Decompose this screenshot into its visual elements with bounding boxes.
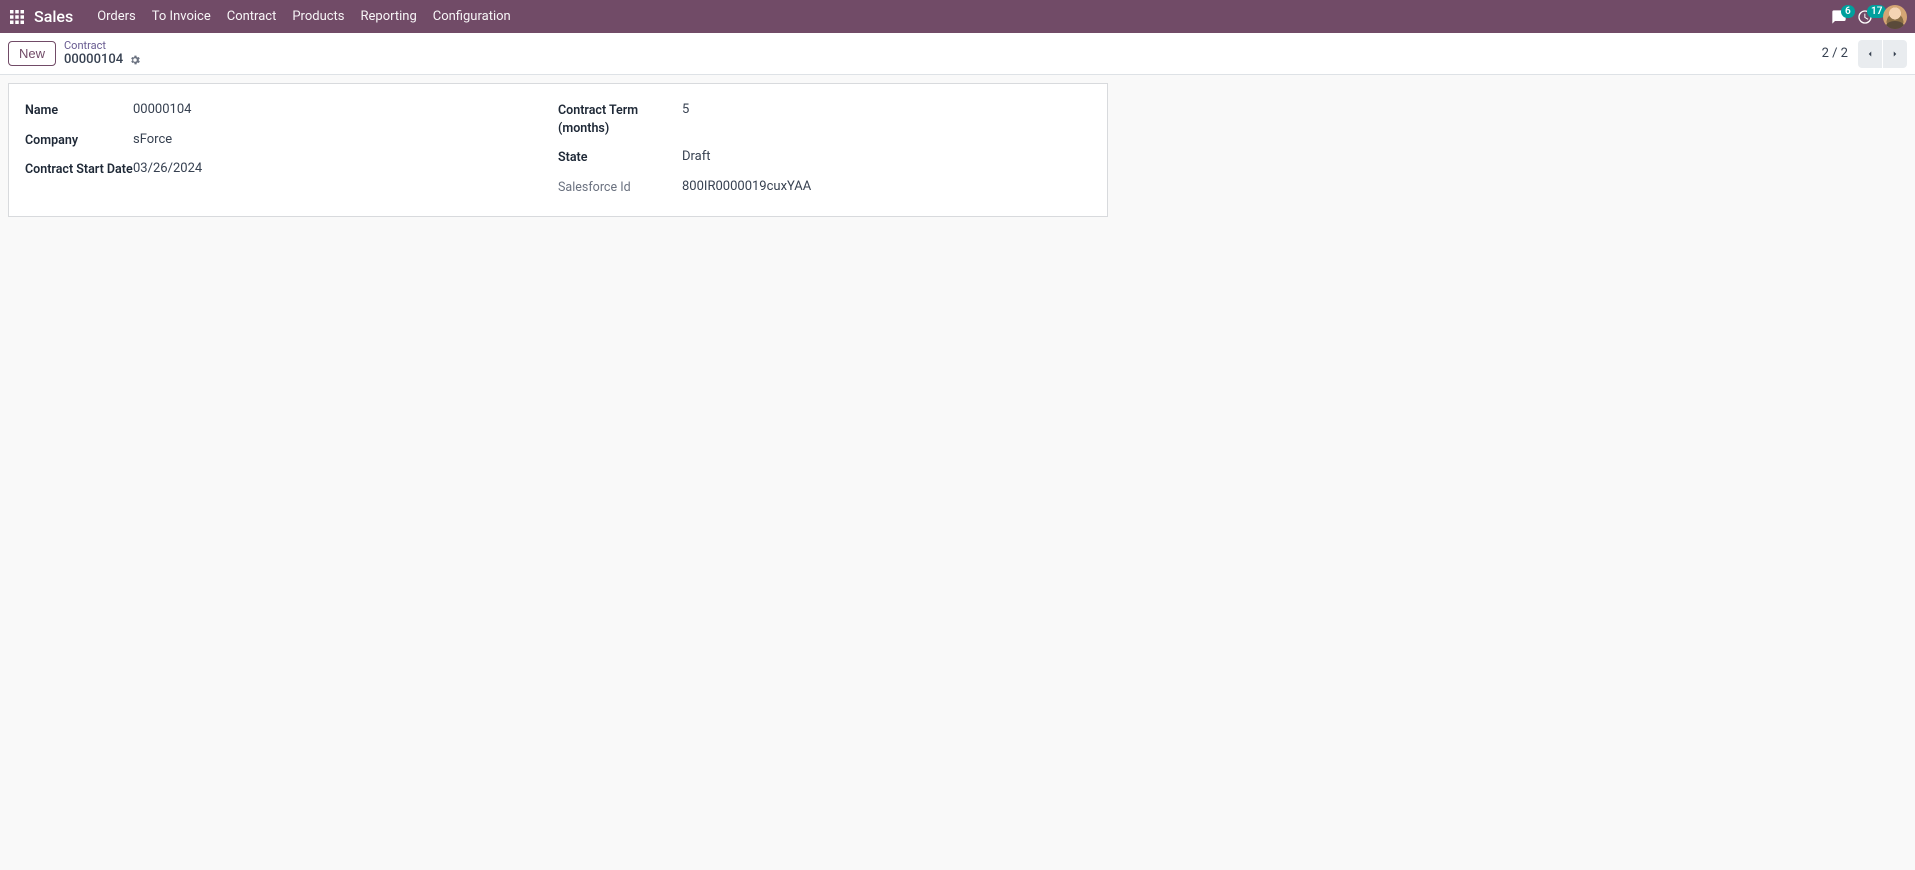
value-name[interactable]: 00000104 xyxy=(133,100,191,117)
value-contract-term[interactable]: 5 xyxy=(682,100,689,117)
menu-configuration[interactable]: Configuration xyxy=(425,0,519,33)
field-contract-term: Contract Term (months) 5 xyxy=(558,100,1091,137)
field-company: Company sForce xyxy=(25,130,558,150)
value-start-date[interactable]: 03/26/2024 xyxy=(133,159,202,176)
pager-next-button[interactable] xyxy=(1883,40,1907,68)
breadcrumb-parent[interactable]: Contract xyxy=(64,39,141,52)
menu-products[interactable]: Products xyxy=(284,0,352,33)
messages-badge: 6 xyxy=(1841,5,1855,18)
value-salesforce-id: 800IR0000019cuxYAA xyxy=(682,177,811,194)
form-sheet: Name 00000104 Company sForce Contract St… xyxy=(8,83,1108,217)
label-company: Company xyxy=(25,130,133,150)
pager-prev-button[interactable] xyxy=(1858,40,1882,68)
pager-buttons xyxy=(1858,40,1907,68)
menu-orders[interactable]: Orders xyxy=(89,0,144,33)
menu-to-invoice[interactable]: To Invoice xyxy=(144,0,219,33)
activities-button[interactable]: 17 xyxy=(1857,9,1873,25)
chevron-right-icon xyxy=(1890,49,1900,59)
form-column-right: Contract Term (months) 5 State Draft Sal… xyxy=(558,100,1091,196)
value-company[interactable]: sForce xyxy=(133,130,172,147)
app-brand[interactable]: Sales xyxy=(34,7,73,26)
breadcrumb: Contract 00000104 xyxy=(64,39,141,68)
value-state[interactable]: Draft xyxy=(682,147,711,164)
form-column-left: Name 00000104 Company sForce Contract St… xyxy=(25,100,558,196)
menu-reporting[interactable]: Reporting xyxy=(353,0,425,33)
field-name: Name 00000104 xyxy=(25,100,558,120)
control-left: New Contract 00000104 xyxy=(8,39,141,68)
messages-button[interactable]: 6 xyxy=(1831,9,1847,25)
navbar-right: 6 17 xyxy=(1831,5,1907,29)
apps-icon[interactable] xyxy=(8,8,26,26)
label-start-date: Contract Start Date xyxy=(25,159,133,179)
menu-contract[interactable]: Contract xyxy=(219,0,285,33)
field-start-date: Contract Start Date 03/26/2024 xyxy=(25,159,558,179)
main-area: Name 00000104 Company sForce Contract St… xyxy=(0,75,1915,225)
control-right: 2 / 2 xyxy=(1822,40,1907,68)
label-contract-term: Contract Term (months) xyxy=(558,100,682,137)
gear-icon[interactable] xyxy=(129,54,141,66)
navbar-left: Sales Orders To Invoice Contract Product… xyxy=(8,0,519,33)
user-avatar[interactable] xyxy=(1883,5,1907,29)
label-state: State xyxy=(558,147,682,167)
label-salesforce-id: Salesforce Id xyxy=(558,177,682,197)
chevron-left-icon xyxy=(1865,49,1875,59)
control-bar: New Contract 00000104 2 / 2 xyxy=(0,33,1915,75)
new-button[interactable]: New xyxy=(8,41,56,66)
navbar-menu: Orders To Invoice Contract Products Repo… xyxy=(89,0,519,33)
breadcrumb-current-row: 00000104 xyxy=(64,52,141,68)
field-state: State Draft xyxy=(558,147,1091,167)
breadcrumb-current: 00000104 xyxy=(64,52,123,68)
label-name: Name xyxy=(25,100,133,120)
field-salesforce-id: Salesforce Id 800IR0000019cuxYAA xyxy=(558,177,1091,197)
pager-text[interactable]: 2 / 2 xyxy=(1822,46,1848,61)
top-navbar: Sales Orders To Invoice Contract Product… xyxy=(0,0,1915,33)
